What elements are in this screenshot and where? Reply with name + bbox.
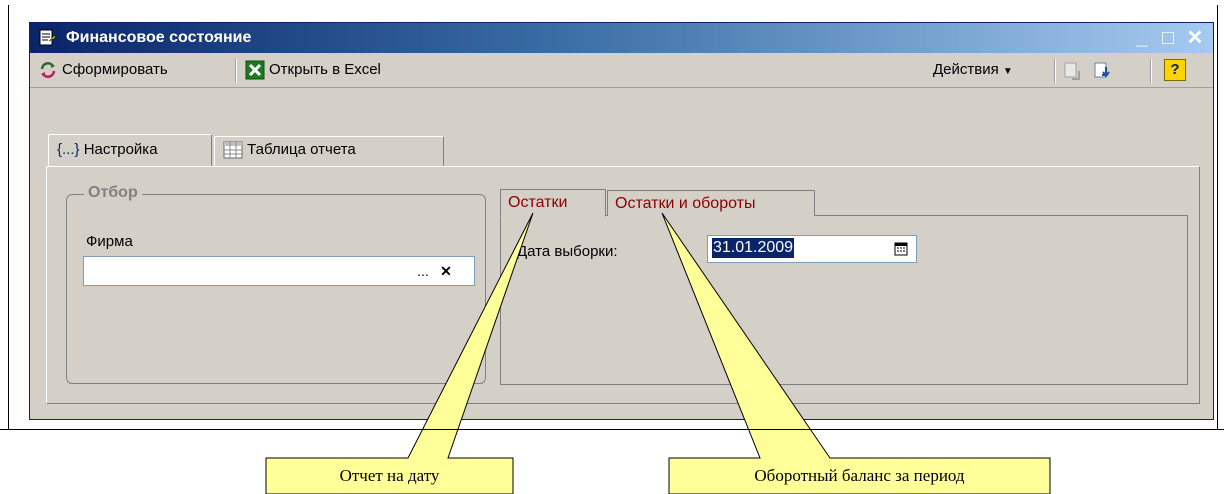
callout-turnover-balance-text: Оборотный баланс за период	[754, 466, 965, 485]
callout-shapes	[265, 212, 1051, 494]
callout-balance-on-date-text: Отчет на дату	[339, 466, 440, 485]
frame-bottom-line	[0, 429, 1224, 430]
callout-balance-on-date	[265, 212, 534, 494]
callout-turnover-balance	[661, 212, 1051, 494]
